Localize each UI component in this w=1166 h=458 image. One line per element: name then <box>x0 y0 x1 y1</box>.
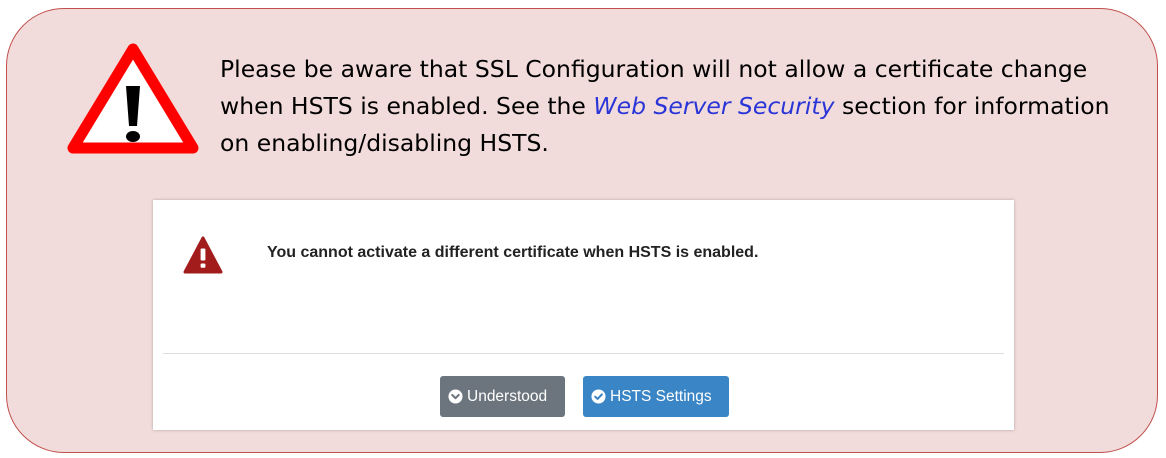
hsts-settings-button-label: HSTS Settings <box>610 387 712 405</box>
warning-triangle-icon <box>67 43 199 154</box>
understood-button[interactable]: Understood <box>440 376 565 417</box>
circle-check-icon <box>591 389 606 404</box>
circle-chevron-down-icon <box>448 389 463 404</box>
hsts-settings-button[interactable]: HSTS Settings <box>583 376 729 417</box>
dialog-divider <box>163 353 1004 354</box>
understood-button-label: Understood <box>467 387 548 405</box>
web-server-security-link[interactable]: Web Server Security <box>593 92 834 120</box>
callout-message: Please be aware that SSL Configuration w… <box>220 51 1120 162</box>
hsts-warning-dialog: You cannot activate a different certific… <box>153 200 1014 430</box>
warning-triangle-icon <box>183 236 223 274</box>
dialog-message: You cannot activate a different certific… <box>267 244 759 261</box>
